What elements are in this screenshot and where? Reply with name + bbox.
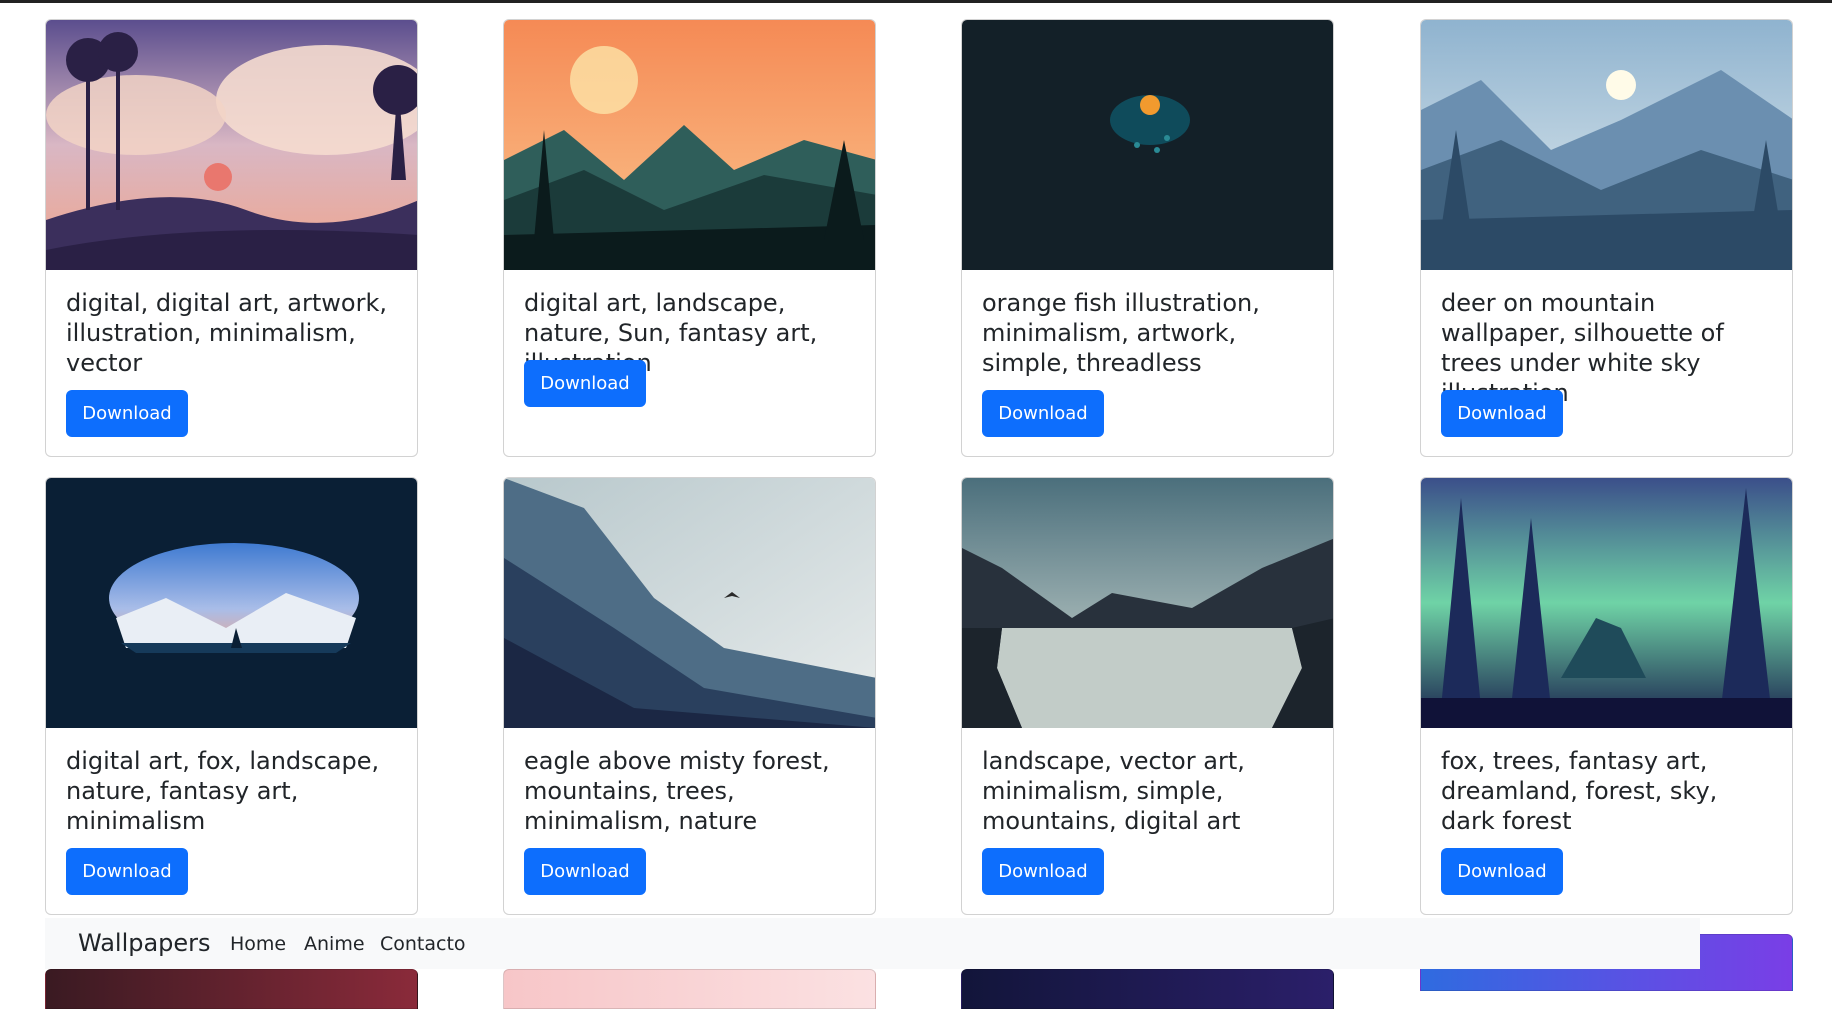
wallpaper-thumbnail[interactable]	[46, 478, 418, 728]
download-button[interactable]: Download	[982, 848, 1104, 895]
wallpaper-thumbnail[interactable]	[46, 20, 418, 270]
wallpaper-card: orange fish illustration, minimalism, ar…	[961, 19, 1334, 457]
download-button[interactable]: Download	[66, 390, 188, 437]
card-title: orange fish illustration, minimalism, ar…	[982, 289, 1260, 377]
wallpaper-card: digital, digital art, artwork, illustrat…	[45, 19, 418, 457]
download-button[interactable]: Download	[524, 848, 646, 895]
download-button[interactable]: Download	[524, 360, 646, 407]
wallpaper-card: eagle above misty forest, mountains, tre…	[503, 477, 876, 915]
wallpaper-card-partial	[503, 969, 876, 1009]
navbar: Wallpapers Home Anime Contacto	[45, 918, 1700, 969]
card-title: digital, digital art, artwork, illustrat…	[66, 289, 387, 377]
wallpaper-thumbnail[interactable]	[504, 478, 876, 728]
wallpaper-thumbnail[interactable]	[962, 478, 1334, 728]
download-button[interactable]: Download	[1441, 848, 1563, 895]
wallpaper-thumbnail[interactable]	[1421, 20, 1793, 270]
nav-link-home[interactable]: Home	[230, 933, 286, 955]
card-title: fox, trees, fantasy art, dreamland, fore…	[1441, 747, 1718, 835]
wallpaper-thumbnail[interactable]	[962, 20, 1334, 270]
wallpaper-card-partial	[961, 969, 1334, 1009]
wallpaper-card: digital art, landscape, nature, Sun, fan…	[503, 19, 876, 457]
download-button[interactable]: Download	[982, 390, 1104, 437]
wallpaper-card: deer on mountain wallpaper, silhouette o…	[1420, 19, 1793, 457]
wallpaper-card: fox, trees, fantasy art, dreamland, fore…	[1420, 477, 1793, 915]
wallpaper-thumbnail[interactable]	[504, 20, 876, 270]
nav-link-anime[interactable]: Anime	[304, 933, 365, 955]
window-top-border	[0, 0, 1832, 3]
card-title: digital art, fox, landscape, nature, fan…	[66, 747, 380, 835]
wallpaper-thumbnail[interactable]	[1421, 478, 1793, 728]
download-button[interactable]: Download	[66, 848, 188, 895]
wallpaper-card: digital art, fox, landscape, nature, fan…	[45, 477, 418, 915]
wallpaper-card-partial	[45, 969, 418, 1009]
card-title: landscape, vector art, minimalism, simpl…	[982, 747, 1245, 835]
navbar-brand[interactable]: Wallpapers	[78, 929, 211, 957]
nav-link-contacto[interactable]: Contacto	[380, 933, 466, 955]
download-button[interactable]: Download	[1441, 390, 1563, 437]
wallpaper-card: landscape, vector art, minimalism, simpl…	[961, 477, 1334, 915]
card-title: eagle above misty forest, mountains, tre…	[524, 747, 830, 835]
